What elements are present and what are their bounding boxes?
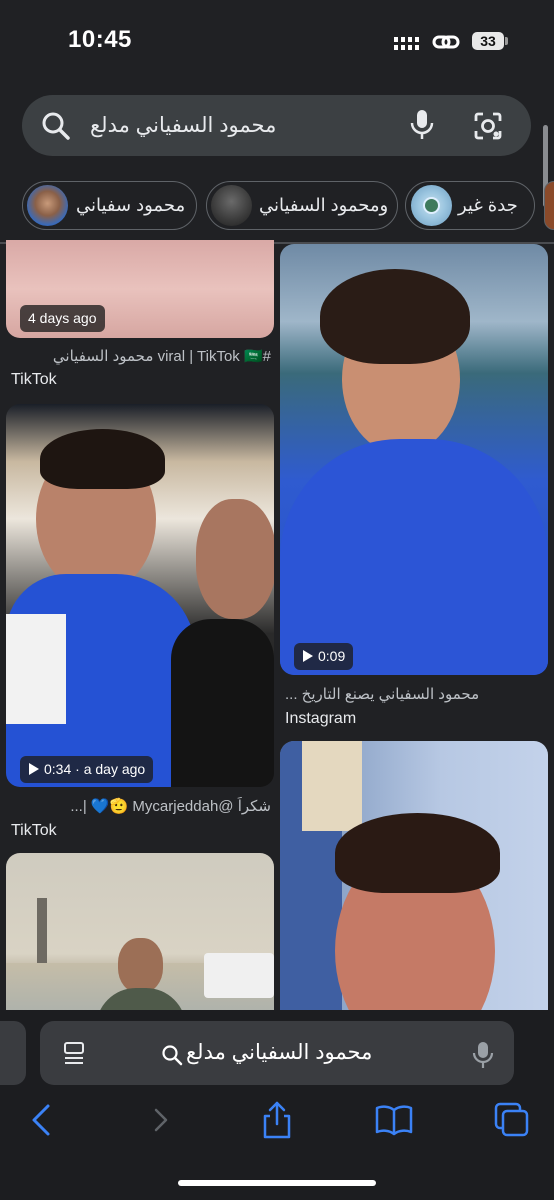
- play-icon: [29, 763, 39, 775]
- search-icon: [162, 1045, 183, 1066]
- lens-camera-icon[interactable]: [473, 111, 503, 141]
- reader-icon[interactable]: [62, 1040, 88, 1068]
- chip-avatar: [411, 185, 452, 226]
- chip-avatar: [211, 185, 252, 226]
- chip-avatar: [27, 185, 68, 226]
- time-badge: 4 days ago: [20, 305, 105, 332]
- link-icon: [432, 35, 460, 49]
- battery-tip: [505, 37, 508, 45]
- result-source[interactable]: TikTok: [11, 822, 57, 840]
- microphone-icon[interactable]: [408, 108, 436, 142]
- play-icon: [303, 650, 313, 662]
- battery-indicator: 33: [472, 32, 504, 50]
- search-icon[interactable]: [40, 110, 72, 142]
- microphone-icon[interactable]: [470, 1040, 496, 1070]
- duration-badge: 0:34 · a day ago: [20, 756, 154, 783]
- chip-label: ومحمود السفياني: [259, 195, 389, 215]
- chip-label: محمود سفياني: [76, 195, 186, 215]
- result-image[interactable]: [280, 741, 548, 1021]
- back-icon[interactable]: [22, 1100, 62, 1140]
- chip-overflow[interactable]: [544, 181, 554, 230]
- result-caption[interactable]: #viral | TikTok 🇸🇦 محمود السفياني: [11, 347, 271, 365]
- duration-text: 0:09: [318, 648, 346, 664]
- share-icon[interactable]: [257, 1100, 297, 1140]
- result-caption[interactable]: شكراً @Mycarjeddah 🫡💙 |...: [11, 797, 271, 815]
- bookmarks-icon[interactable]: [374, 1100, 414, 1140]
- status-time: 10:45: [68, 26, 132, 53]
- previous-tab-card[interactable]: [0, 1021, 26, 1085]
- search-query[interactable]: محمود السفياني مدلع: [90, 113, 276, 138]
- home-indicator: [178, 1180, 376, 1186]
- result-source[interactable]: Instagram: [285, 710, 356, 728]
- result-image[interactable]: [6, 404, 274, 787]
- duration-text: 0:34 · a day ago: [44, 761, 146, 777]
- duration-badge: 0:09: [294, 643, 354, 670]
- address-text[interactable]: محمود السفياني مدلع: [186, 1040, 372, 1065]
- result-image[interactable]: [6, 853, 274, 1021]
- result-caption[interactable]: محمود السفياني يصنع التاريخ ...: [285, 685, 545, 703]
- result-image[interactable]: [280, 244, 548, 675]
- signal-icon: [394, 37, 419, 50]
- forward-icon[interactable]: [142, 1100, 182, 1140]
- result-source[interactable]: TikTok: [11, 371, 57, 389]
- chip-label: جدة غير: [458, 195, 518, 215]
- tabs-icon[interactable]: [492, 1100, 532, 1140]
